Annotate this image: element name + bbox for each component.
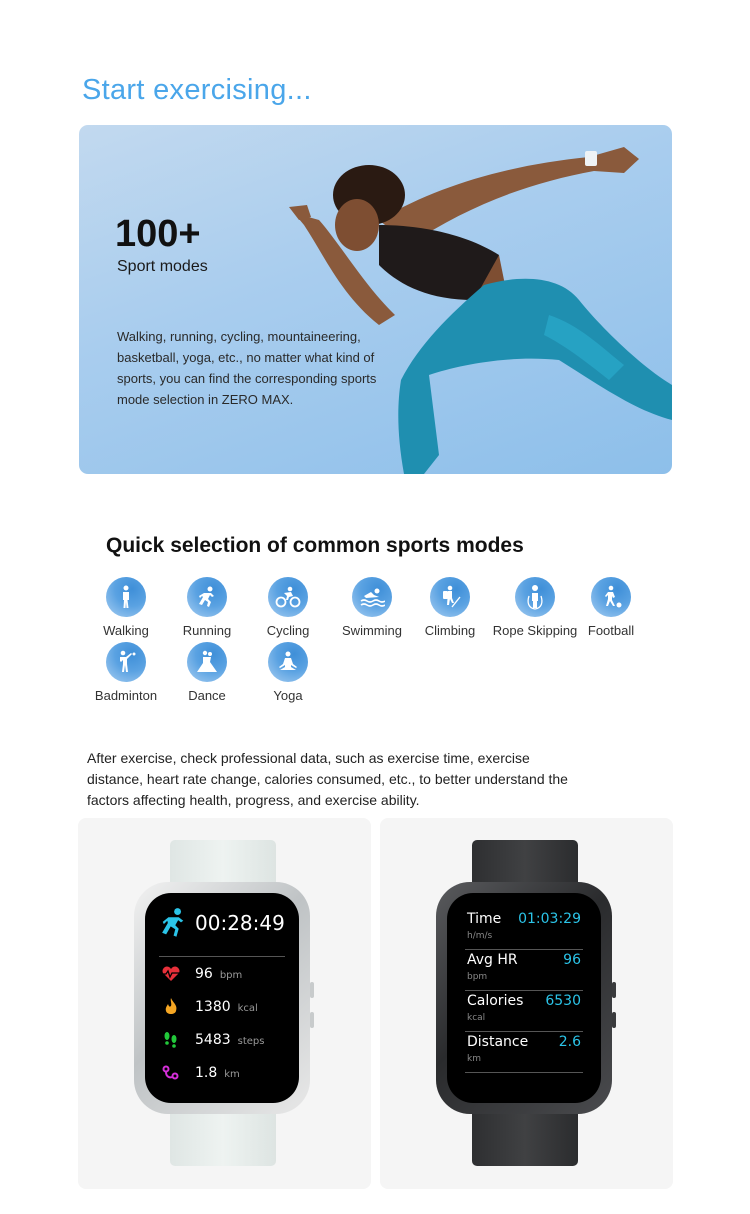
metric-value: 2.6 bbox=[558, 1034, 581, 1050]
footsteps-icon bbox=[159, 1031, 183, 1049]
metric-label: Time bbox=[467, 911, 502, 927]
metric-unit: km bbox=[467, 1054, 481, 1064]
section-title: Start exercising... bbox=[82, 74, 312, 106]
stat-unit: km bbox=[224, 1069, 240, 1080]
stat-row: 5483 steps bbox=[159, 1031, 264, 1049]
walking-icon bbox=[106, 577, 146, 617]
stat-unit: steps bbox=[237, 1036, 265, 1047]
watch-side-button bbox=[612, 1012, 616, 1028]
metric-unit: kcal bbox=[467, 1013, 486, 1023]
stat-row: 1.8 km bbox=[159, 1064, 240, 1082]
watch-screen: 00:28:49 96 bpm 1380 kcal 5483 steps 1.8 bbox=[145, 893, 299, 1103]
running-icon bbox=[162, 908, 184, 937]
watch-side-button bbox=[612, 982, 616, 998]
runner-photo bbox=[289, 147, 672, 474]
cycling-icon bbox=[268, 577, 308, 617]
metric-label: Distance bbox=[467, 1034, 529, 1050]
stat-row: 1380 kcal bbox=[159, 998, 258, 1016]
metric-unit: h/m/s bbox=[467, 931, 493, 941]
metric-row-avg-hr: Avg HR 96 bpm bbox=[465, 950, 583, 991]
climbing-icon bbox=[430, 577, 470, 617]
sport-yoga[interactable]: Yoga bbox=[238, 642, 338, 703]
watch-case: 00:28:49 96 bpm 1380 kcal 5483 steps 1.8 bbox=[134, 882, 314, 1114]
sport-label: Football bbox=[587, 623, 635, 638]
metric-value: 6530 bbox=[545, 993, 581, 1009]
workout-timer: 00:28:49 bbox=[159, 907, 285, 939]
hero-banner: 100+ Sport modes Walking, running, cycli… bbox=[79, 125, 672, 474]
sport-modes-label: Sport modes bbox=[117, 258, 208, 275]
watch-screen: Time 01:03:29 h/m/s Avg HR 96 bpm Calori… bbox=[447, 893, 601, 1103]
quick-selection-title: Quick selection of common sports modes bbox=[106, 534, 524, 557]
timer-value: 00:28:49 bbox=[195, 911, 285, 935]
watch-card-black: Time 01:03:29 h/m/s Avg HR 96 bpm Calori… bbox=[380, 818, 673, 1189]
swimming-icon bbox=[352, 577, 392, 617]
metric-row-calories: Calories 6530 kcal bbox=[465, 991, 583, 1032]
flame-icon bbox=[159, 998, 183, 1016]
watch-card-silver: 00:28:49 96 bpm 1380 kcal 5483 steps 1.8 bbox=[78, 818, 371, 1189]
rope-skipping-icon bbox=[515, 577, 555, 617]
heart-rate-icon bbox=[159, 965, 183, 983]
running-icon bbox=[187, 577, 227, 617]
stat-value: 1380 bbox=[195, 999, 231, 1015]
stat-unit: kcal bbox=[237, 1003, 258, 1014]
after-exercise-text: After exercise, check professional data,… bbox=[87, 750, 568, 808]
route-icon bbox=[159, 1064, 183, 1082]
football-icon bbox=[591, 577, 631, 617]
watch-side-button bbox=[310, 1012, 314, 1028]
metric-value: 96 bbox=[563, 952, 581, 968]
metric-label: Calories bbox=[467, 993, 524, 1009]
divider bbox=[159, 956, 285, 957]
stat-value: 1.8 bbox=[195, 1065, 218, 1081]
metric-row-distance: Distance 2.6 km bbox=[465, 1032, 583, 1073]
stat-row: 96 bpm bbox=[159, 965, 242, 983]
stat-value: 5483 bbox=[195, 1032, 231, 1048]
metric-unit: bpm bbox=[467, 972, 488, 982]
sport-football[interactable]: Football bbox=[561, 577, 661, 638]
metric-row-time: Time 01:03:29 h/m/s bbox=[465, 909, 583, 950]
watch-case: Time 01:03:29 h/m/s Avg HR 96 bpm Calori… bbox=[436, 882, 616, 1114]
metric-value: 01:03:29 bbox=[518, 911, 581, 927]
hero-description: Walking, running, cycling, mountaineerin… bbox=[117, 329, 377, 407]
yoga-icon bbox=[268, 642, 308, 682]
stat-value: 96 bbox=[195, 966, 213, 982]
sport-label: Yoga bbox=[273, 688, 303, 703]
metric-label: Avg HR bbox=[467, 952, 518, 968]
stat-unit: bpm bbox=[219, 970, 243, 981]
watch-side-button bbox=[310, 982, 314, 998]
badminton-icon bbox=[106, 642, 146, 682]
dance-icon bbox=[187, 642, 227, 682]
sport-modes-count: 100+ bbox=[115, 213, 201, 255]
